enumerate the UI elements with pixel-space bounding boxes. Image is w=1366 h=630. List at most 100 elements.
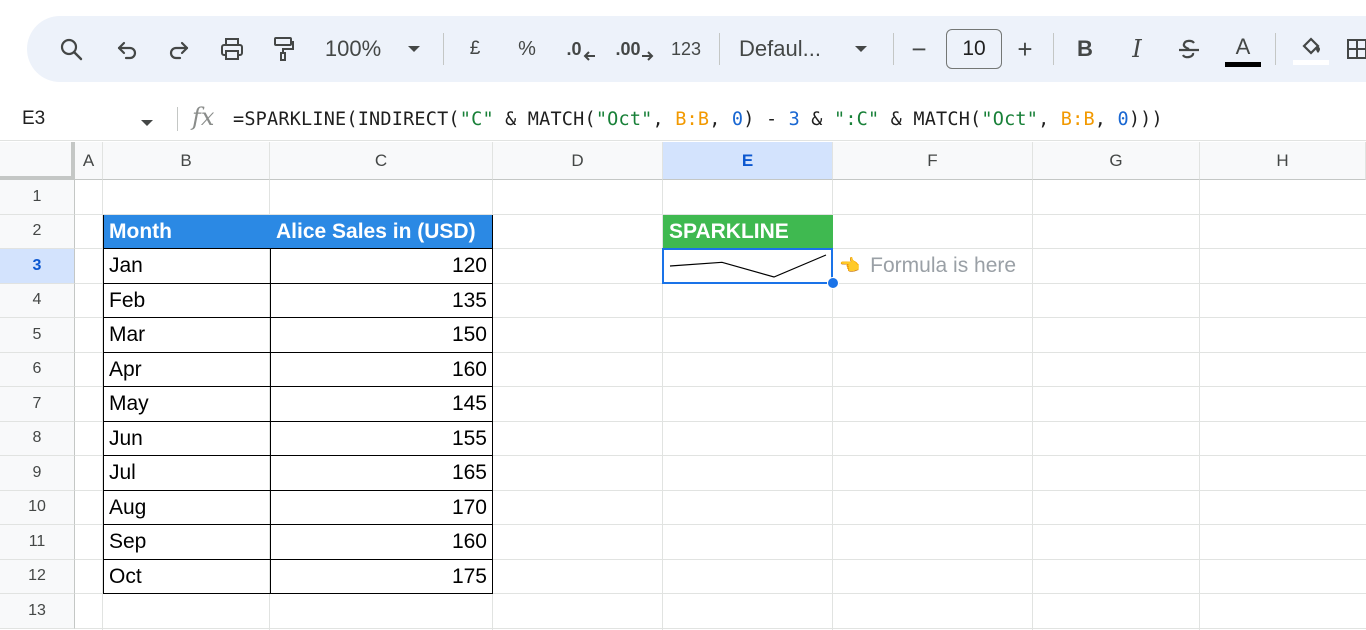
month-cell[interactable]: Jun: [103, 422, 270, 457]
formula-token: =SPARKLINE(INDIRECT(: [233, 108, 460, 130]
row-header-13[interactable]: 13: [0, 594, 75, 629]
italic-button[interactable]: I: [1123, 16, 1151, 82]
minus-label: −: [911, 33, 927, 64]
formula-token: & MATCH(: [879, 108, 982, 130]
column-header-e[interactable]: E: [663, 142, 833, 180]
chevron-down-icon[interactable]: [849, 16, 873, 82]
month-cell[interactable]: Aug: [103, 491, 270, 526]
increase-decimal-button[interactable]: .00: [615, 16, 655, 82]
font-size-value: 10: [962, 37, 986, 60]
sales-cell[interactable]: 150: [270, 318, 493, 353]
increase-font-size-button[interactable]: +: [1011, 16, 1039, 82]
row-header-10[interactable]: 10: [0, 490, 75, 525]
formula-token: "Oct": [595, 108, 653, 130]
sparkline-header[interactable]: SPARKLINE: [663, 214, 833, 249]
sales-cell[interactable]: 170: [270, 491, 493, 526]
strikethrough-icon: [1179, 39, 1199, 59]
chevron-down-icon[interactable]: [140, 115, 154, 133]
select-all-corner[interactable]: [0, 142, 75, 180]
percent-format-button[interactable]: %: [513, 16, 541, 82]
font-family-select[interactable]: Defaul...: [739, 16, 841, 82]
month-cell[interactable]: Apr: [103, 353, 270, 388]
decrease-font-size-button[interactable]: −: [905, 16, 933, 82]
currency-format-button[interactable]: £: [461, 16, 489, 82]
bold-button[interactable]: B: [1071, 16, 1099, 82]
bold-icon: B: [1077, 36, 1093, 61]
sales-cell[interactable]: 175: [270, 560, 493, 595]
zoom-select[interactable]: 100%: [321, 16, 385, 82]
print-icon[interactable]: [215, 16, 249, 82]
text-color-button[interactable]: A: [1223, 16, 1263, 82]
row-header-8[interactable]: 8: [0, 421, 75, 456]
font-size-input[interactable]: 10: [946, 29, 1002, 69]
hand-pointing-left-icon: 👈: [839, 256, 861, 276]
row-header-1[interactable]: 1: [0, 180, 75, 215]
column-header-d[interactable]: D: [493, 142, 663, 180]
chevron-down-icon[interactable]: [401, 16, 427, 82]
row-header-6[interactable]: 6: [0, 352, 75, 387]
table-border: [103, 558, 493, 560]
sales-cell[interactable]: 160: [270, 525, 493, 560]
month-cell[interactable]: Oct: [103, 560, 270, 595]
column-header-c[interactable]: C: [270, 142, 493, 180]
month-cell[interactable]: Jul: [103, 456, 270, 491]
toolbar: 100% £ % .0 .00 123 Defaul... − 10 + B I: [27, 16, 1366, 82]
text-color-bar: [1225, 61, 1261, 67]
table-header-month[interactable]: Month: [103, 214, 270, 249]
row-header-12[interactable]: 12: [0, 559, 75, 594]
selected-cell-e3[interactable]: [662, 248, 833, 284]
table-header-sales[interactable]: Alice Sales in (USD): [270, 214, 493, 249]
formula-token: ,: [1038, 108, 1061, 130]
column-header-g[interactable]: G: [1033, 142, 1200, 180]
month-cell[interactable]: Mar: [103, 318, 270, 353]
formula-token: "Oct": [981, 108, 1039, 130]
table-border: [492, 214, 493, 249]
fill-color-button[interactable]: [1291, 16, 1331, 82]
row-header-4[interactable]: 4: [0, 283, 75, 318]
formula-token: 3: [788, 108, 800, 130]
paint-format-icon[interactable]: [267, 16, 299, 82]
strikethrough-button[interactable]: [1173, 16, 1205, 82]
italic-icon: I: [1132, 35, 1142, 63]
fill-handle[interactable]: [827, 277, 839, 289]
month-cell[interactable]: Jan: [103, 249, 270, 284]
row-header-7[interactable]: 7: [0, 387, 75, 422]
row-header-3[interactable]: 3: [0, 249, 75, 284]
sales-cell[interactable]: 160: [270, 353, 493, 388]
column-header-h[interactable]: H: [1200, 142, 1366, 180]
row-header-11[interactable]: 11: [0, 525, 75, 560]
column-header-b[interactable]: B: [103, 142, 270, 180]
row-header-5[interactable]: 5: [0, 318, 75, 353]
formula-bar-divider: [177, 107, 178, 131]
formula-token: ,: [709, 108, 732, 130]
sales-cell[interactable]: 155: [270, 422, 493, 457]
redo-icon[interactable]: [163, 16, 195, 82]
table-border: [103, 524, 493, 525]
formula-token: B:B: [1060, 108, 1095, 130]
month-cell[interactable]: Sep: [103, 525, 270, 560]
decrease-decimal-button[interactable]: .0: [563, 16, 599, 82]
table-border: [103, 282, 493, 284]
table-border: [103, 455, 493, 456]
annotation-text: Formula is here: [870, 254, 1017, 278]
formula-token: ,: [652, 108, 676, 130]
sales-cell[interactable]: 145: [270, 387, 493, 422]
sparkline-chart: [669, 254, 827, 278]
formula-token: ,: [1094, 108, 1118, 130]
decrease-decimal-label: .0: [566, 38, 582, 59]
undo-icon[interactable]: [111, 16, 143, 82]
row-header-9[interactable]: 9: [0, 456, 75, 491]
formula-input[interactable]: =SPARKLINE(INDIRECT("C" & MATCH("Oct", B…: [233, 97, 1163, 141]
row-header-2[interactable]: 2: [0, 214, 75, 249]
sales-cell[interactable]: 135: [270, 284, 493, 319]
month-cell[interactable]: May: [103, 387, 270, 422]
column-header-a[interactable]: A: [75, 142, 103, 180]
month-cell[interactable]: Feb: [103, 284, 270, 319]
sales-cell[interactable]: 165: [270, 456, 493, 491]
search-icon[interactable]: [55, 16, 87, 82]
number-format-button[interactable]: 123: [667, 16, 705, 82]
column-header-f[interactable]: F: [833, 142, 1033, 180]
borders-icon[interactable]: [1345, 16, 1366, 82]
sales-cell[interactable]: 120: [270, 249, 493, 284]
plus-label: +: [1017, 33, 1033, 64]
